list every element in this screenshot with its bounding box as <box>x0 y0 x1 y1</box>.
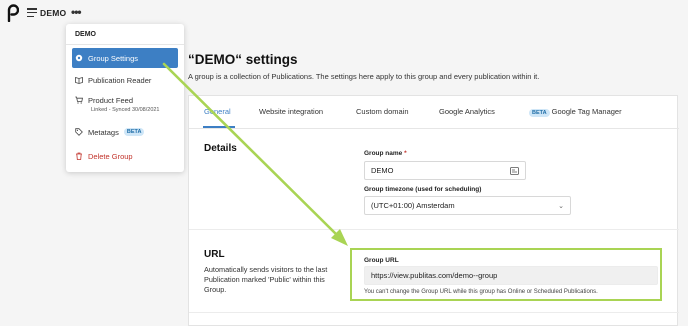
menu-divider <box>66 44 184 45</box>
gear-icon <box>75 54 83 62</box>
beta-badge: BETA <box>529 109 550 117</box>
card-id-icon <box>510 167 519 175</box>
tab-label: Google Tag Manager <box>551 107 622 116</box>
tab-general[interactable]: General <box>204 107 231 116</box>
menu-item-label: Group Settings <box>88 53 139 63</box>
tab-google-analytics[interactable]: Google Analytics <box>439 107 495 116</box>
menu-item-label: Delete Group <box>88 151 133 161</box>
settings-tabs: General Website integration Custom domai… <box>189 96 679 129</box>
menu-item-product-feed[interactable]: Product Feed Linked - Synced 30/08/2021 <box>72 92 178 120</box>
top-bar: DEMO ••• <box>0 0 688 27</box>
publitas-logo-icon[interactable] <box>7 4 19 22</box>
url-description: Automatically sends visitors to the last… <box>204 265 328 294</box>
group-timezone-label: Group timezone (used for scheduling) <box>364 186 482 193</box>
product-feed-sync-status: Linked - Synced 30/08/2021 <box>91 107 160 113</box>
menu-item-group-settings[interactable]: Group Settings <box>72 48 178 68</box>
menu-item-delete-group[interactable]: Delete Group <box>72 146 178 166</box>
details-section-title: Details <box>204 143 237 154</box>
menu-item-metatags[interactable]: Metatags BETA <box>72 122 178 142</box>
group-timezone-select[interactable]: (UTC+01:00) Amsterdam ⌄ <box>364 196 571 215</box>
more-options-icon[interactable]: ••• <box>71 6 82 18</box>
tab-website-integration[interactable]: Website integration <box>259 107 323 116</box>
beta-badge: BETA <box>123 128 145 136</box>
tab-google-tag-manager[interactable]: BETA Google Tag Manager <box>529 107 622 117</box>
trash-icon <box>76 152 82 160</box>
tab-custom-domain[interactable]: Custom domain <box>356 107 409 116</box>
group-name-label: Group name * <box>364 150 407 157</box>
required-marker: * <box>404 150 407 157</box>
select-chevron-icon: ⌄ <box>558 203 564 210</box>
menu-item-label: Metatags <box>88 127 119 137</box>
book-open-icon <box>75 76 83 84</box>
menu-header: DEMO <box>75 31 96 38</box>
hamburger-menu-icon[interactable] <box>27 8 37 18</box>
menu-item-publication-reader[interactable]: Publication Reader <box>72 70 178 90</box>
section-divider <box>189 229 679 230</box>
cart-icon <box>75 96 83 104</box>
group-name-input[interactable]: DEMO <box>364 161 526 180</box>
page-title: “DEMO“ settings <box>188 52 298 67</box>
group-switcher-title[interactable]: DEMO <box>40 8 66 18</box>
section-divider <box>189 312 679 313</box>
url-section-title: URL <box>204 249 225 260</box>
group-menu-dropdown: DEMO Group Settings Publication Reader P… <box>66 24 184 172</box>
page-description: A group is a collection of Publications.… <box>188 72 540 81</box>
annotation-highlight-box <box>350 248 662 301</box>
menu-item-label: Product Feed <box>88 96 134 105</box>
active-tab-indicator <box>203 126 235 128</box>
tag-icon <box>75 128 83 136</box>
menu-item-label: Publication Reader <box>88 75 152 85</box>
